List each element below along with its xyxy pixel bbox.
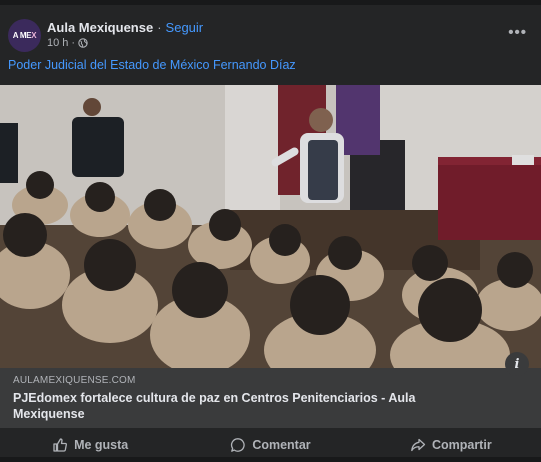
info-icon[interactable]: i: [505, 352, 529, 376]
link-title[interactable]: PJEdomex fortalece cultura de paz en Cen…: [13, 390, 483, 422]
post-card: A ME X Aula Mexiquense · Seguir 10 h · ••• …: [0, 0, 541, 457]
share-arrow-icon: [411, 438, 426, 452]
follow-button[interactable]: Seguir: [166, 20, 204, 35]
post-time[interactable]: 10 h: [47, 37, 68, 49]
share-label: Compartir: [431, 438, 492, 452]
thumbs-up-icon: [53, 438, 68, 452]
event-photo-illustration: [0, 85, 541, 368]
avatar-text: A ME: [12, 31, 32, 40]
post-caption[interactable]: Poder Judicial del Estado de México Fern…: [8, 58, 296, 72]
meta-separator: ·: [71, 37, 76, 49]
comment-label: Comentar: [252, 438, 311, 452]
post-header: A ME X Aula Mexiquense · Seguir 10 h · •••: [0, 10, 541, 54]
avatar-text-accent: X: [31, 31, 37, 40]
separator: ·: [157, 20, 162, 35]
page-name-link[interactable]: Aula Mexiquense: [47, 20, 153, 35]
globe-icon[interactable]: [78, 38, 88, 48]
page-avatar[interactable]: A ME X: [8, 19, 41, 52]
more-options-icon[interactable]: •••: [508, 24, 527, 41]
link-preview[interactable]: i AULAMEXIQUENSE.COM PJEdomex fortalece …: [0, 352, 541, 428]
post-photo[interactable]: [0, 85, 541, 368]
post-meta: 10 h ·: [47, 37, 88, 49]
comment-bubble-icon: [231, 438, 246, 452]
link-domain: AULAMEXIQUENSE.COM: [13, 375, 136, 386]
like-label: Me gusta: [74, 438, 129, 452]
page-name-row: Aula Mexiquense · Seguir: [47, 20, 203, 35]
